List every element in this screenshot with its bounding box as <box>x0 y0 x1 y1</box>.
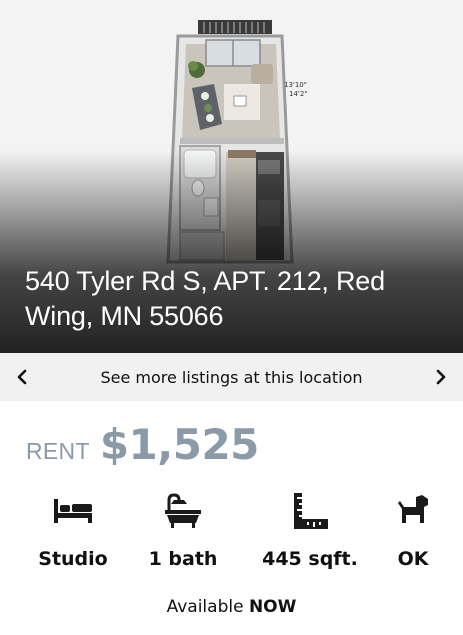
availability-text: Available NOW <box>0 597 463 617</box>
chevron-left-icon <box>17 369 27 385</box>
feature-square-feet-value: 445 sqft. <box>262 548 358 570</box>
previous-listing-button[interactable] <box>0 353 44 401</box>
feature-bathrooms: 1 bath <box>140 490 226 570</box>
listing-photo[interactable]: 13'10" 14'2" 540 Tyler Rd S, APT. 212, R… <box>0 0 463 353</box>
rent-price: $1,525 <box>99 420 260 469</box>
feature-bedrooms: Studio <box>30 490 116 570</box>
chevron-right-icon <box>436 369 446 385</box>
dog-icon <box>398 495 428 523</box>
ruler-icon <box>294 493 328 529</box>
bathtub-icon <box>165 493 201 528</box>
feature-pets: OK <box>380 490 446 570</box>
feature-bathrooms-value: 1 bath <box>148 548 218 570</box>
floor-plan-dimension: 13'10" <box>284 81 307 89</box>
availability-status: NOW <box>248 597 297 617</box>
feature-square-feet: 445 sqft. <box>250 490 370 570</box>
bed-icon <box>54 499 92 523</box>
floor-plan-dimension: 14'2" <box>289 90 308 98</box>
feature-bedrooms-value: Studio <box>38 548 108 570</box>
next-listing-button[interactable] <box>419 353 463 401</box>
feature-pets-value: OK <box>397 548 429 570</box>
rent-label: RENT <box>26 438 90 464</box>
rent-row: RENT $1,525 <box>26 420 259 469</box>
listing-nav-bar: See more listings at this location <box>0 353 463 401</box>
see-more-listings-link[interactable]: See more listings at this location <box>100 368 362 387</box>
listing-address[interactable]: 540 Tyler Rd S, APT. 212, Red Wing, MN 5… <box>25 264 445 334</box>
availability-prefix: Available <box>166 597 244 617</box>
listing-card[interactable]: 13'10" 14'2" 540 Tyler Rd S, APT. 212, R… <box>0 0 463 635</box>
